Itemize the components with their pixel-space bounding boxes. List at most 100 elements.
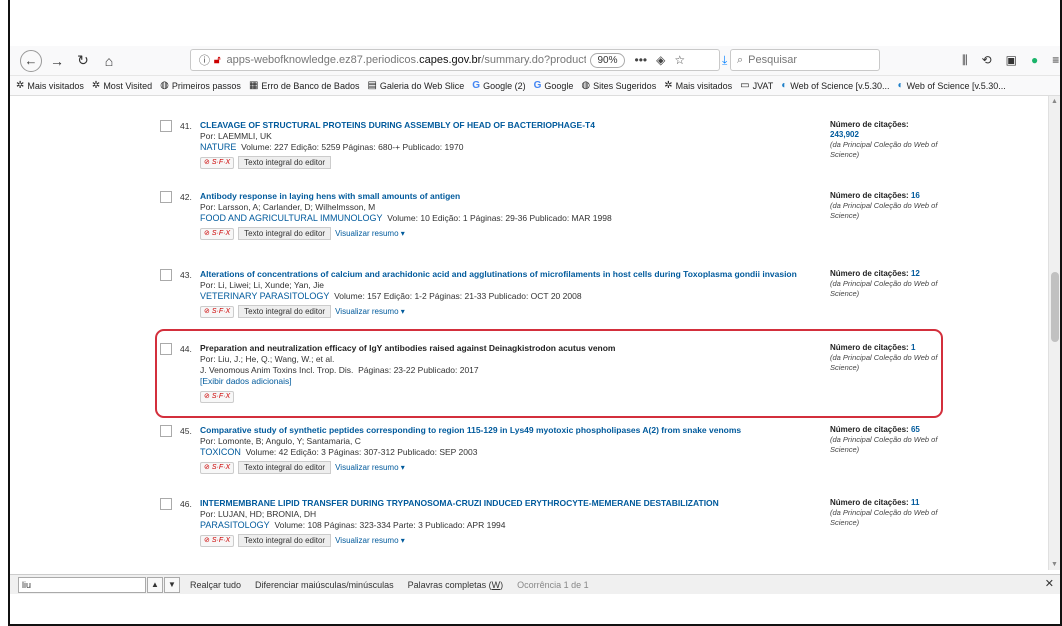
record-source-details: Volume: 227 Edição: 5259 Páginas: 680-+ … [241,142,464,152]
record-checkbox[interactable] [160,425,172,437]
record-journal[interactable]: NATURE [200,142,236,152]
record-authors: Por: LUJAN, HD; BRONIA, DH [200,509,317,519]
sidebar-icon[interactable]: ▣ [1006,53,1017,68]
gear-icon: ✲ [91,80,101,91]
google-icon: G [472,80,481,91]
bookmark-item[interactable]: ▭ JVAT [740,80,773,91]
bookmark-item[interactable]: ◐ Web of Science [v.5.30... [781,80,889,91]
whole-words-toggle[interactable]: Palavras completas (W) [408,580,504,590]
full-text-button[interactable]: Texto integral do editor [238,156,332,169]
star-bookmark-icon[interactable]: ☆ [674,53,685,67]
record-checkbox[interactable] [160,191,172,203]
download-icon[interactable]: ⤓ [722,53,727,68]
full-text-button[interactable]: Texto integral do editor [238,534,332,547]
info-icon[interactable]: ⓘ [199,52,210,68]
view-abstract-link[interactable]: Visualizar resumo ▾ [335,535,405,546]
bookmark-icon: ▦ [248,80,259,91]
record-title[interactable]: CLEAVAGE OF STRUCTURAL PROTEINS DURING A… [200,120,800,131]
record-title[interactable]: Alterations of concentrations of calcium… [200,269,800,280]
zoom-level[interactable]: 90% [590,52,625,68]
find-next-button[interactable]: ▼ [164,576,180,593]
record-checkbox[interactable] [160,269,172,281]
full-text-button[interactable]: Texto integral do editor [238,227,332,240]
citation-block: Número de citações: 11 (da Principal Cole… [830,498,940,528]
menu-icon[interactable]: ≡ [1052,53,1059,68]
record-number: 42. [180,192,192,202]
gear-icon: ✲ [664,80,673,91]
url-bar[interactable]: ⓘ 🔓︎ apps-webofknowledge.ez87.periodicos… [190,49,720,71]
home-button[interactable]: ⌂ [98,50,120,72]
citation-source-note: (da Principal Coleção do Web of Science) [830,279,938,298]
full-text-button[interactable]: Texto integral do editor [238,461,332,474]
citation-source-note: (da Principal Coleção do Web of Science) [830,201,938,220]
citation-source-note: (da Principal Coleção do Web of Science) [830,508,938,527]
history-icon[interactable]: ⟲ [982,53,992,68]
record-checkbox[interactable] [160,498,172,510]
grammarly-icon[interactable]: ● [1031,53,1038,68]
globe-icon: ◍ [160,80,169,91]
record-journal[interactable]: PARASITOLOGY [200,520,270,530]
sfx-button[interactable]: ⊘ S·F·X [200,156,235,169]
sfx-button[interactable]: ⊘ S·F·X [200,305,235,318]
bookmark-item[interactable]: ▤ Galeria do Web Slice [367,80,464,91]
record-checkbox[interactable] [160,120,172,132]
view-abstract-link[interactable]: Visualizar resumo ▾ [335,228,405,239]
sfx-button[interactable]: ⊘ S·F·X [200,534,235,547]
pocket-icon[interactable]: ◈ [656,53,665,67]
record-journal[interactable]: TOXICON [200,447,241,457]
record-authors: Por: Li, Liwei; Li, Xunde; Yan, Jie [200,280,324,290]
bookmark-item[interactable]: ◐ Web of Science [v.5.30... [898,80,1006,91]
bookmark-item[interactable]: ▦ Erro de Banco de Bados [249,80,360,91]
record-journal[interactable]: FOOD AND AGRICULTURAL IMMUNOLOGY [200,213,383,223]
record-number: 45. [180,426,192,436]
bookmark-label: Web of Science [v.5.30... [906,80,1006,91]
search-input[interactable]: ⌕ Pesquisar [730,49,880,71]
scrollbar-thumb[interactable] [1051,272,1059,342]
wos-icon: ◐ [897,80,904,91]
bookmark-item[interactable]: ✲ Mais visitados [16,80,84,91]
bookmark-item[interactable]: G Google [534,80,574,91]
page-scrollbar[interactable]: ▲ ▼ [1048,96,1060,570]
bookmark-item[interactable]: G Google (2) [472,80,525,91]
citation-count[interactable]: 16 [911,191,920,200]
full-text-button[interactable]: Texto integral do editor [238,305,332,318]
record-authors: Por: Larsson, A; Carlander, D; Wilhelmss… [200,202,376,212]
bookmark-item[interactable]: ✲ Most Visited [92,80,152,91]
match-case-toggle[interactable]: Diferenciar maiúsculas/minúsculas [255,580,394,590]
sfx-button[interactable]: ⊘ S·F·X [200,227,235,240]
view-abstract-link[interactable]: Visualizar resumo ▾ [335,306,405,317]
bookmark-label: Google (2) [483,80,526,91]
citation-block: Número de citações: 12 (da Principal Cole… [830,269,940,299]
record-title[interactable]: Comparative study of synthetic peptides … [200,425,800,436]
citation-count[interactable]: 243,902 [830,130,940,140]
sfx-button[interactable]: ⊘ S·F·X [200,461,235,474]
folder-icon: ▭ [740,80,750,91]
gear-icon: ✲ [16,80,25,91]
citation-label: Número de citações: [830,498,909,507]
library-icon[interactable]: ⫼ [962,53,968,68]
record-title[interactable]: Antibody response in laying hens with sm… [200,191,800,202]
bookmark-item[interactable]: ◍ Primeiros passos [160,80,241,91]
citation-count[interactable]: 65 [911,425,920,434]
citation-count[interactable]: 12 [911,269,920,278]
scroll-down-icon[interactable]: ▼ [1051,561,1058,568]
view-abstract-link[interactable]: Visualizar resumo ▾ [335,462,405,473]
highlight-all-toggle[interactable]: Realçar tudo [190,580,241,590]
forward-button[interactable]: → [46,50,68,72]
back-button[interactable]: ← [20,49,42,72]
find-previous-button[interactable]: ▲ [147,576,163,593]
citation-count[interactable]: 11 [911,498,919,507]
url-text[interactable]: apps-webofknowledge.ez87.periodicos.cape… [226,54,586,66]
search-icon: ⌕ [737,53,744,66]
record-journal[interactable]: VETERINARY PARASITOLOGY [200,291,329,301]
bookmark-item[interactable]: ✲ Mais visitados [664,80,732,91]
home-icon: ⌂ [104,52,114,69]
bookmark-item[interactable]: ◍ Sites Sugeridos [581,80,656,91]
close-icon[interactable]: ✕ [1045,577,1054,590]
reload-button[interactable]: ↻ [72,50,94,72]
scroll-up-icon[interactable]: ▲ [1051,98,1058,105]
insecure-lock-icon[interactable]: 🔓︎ [214,55,220,66]
page-actions-icon[interactable]: ••• [635,53,648,67]
record-title[interactable]: INTERMEMBRANE LIPID TRANSFER DURING TRYP… [200,498,800,509]
find-input[interactable]: liu [18,576,146,593]
